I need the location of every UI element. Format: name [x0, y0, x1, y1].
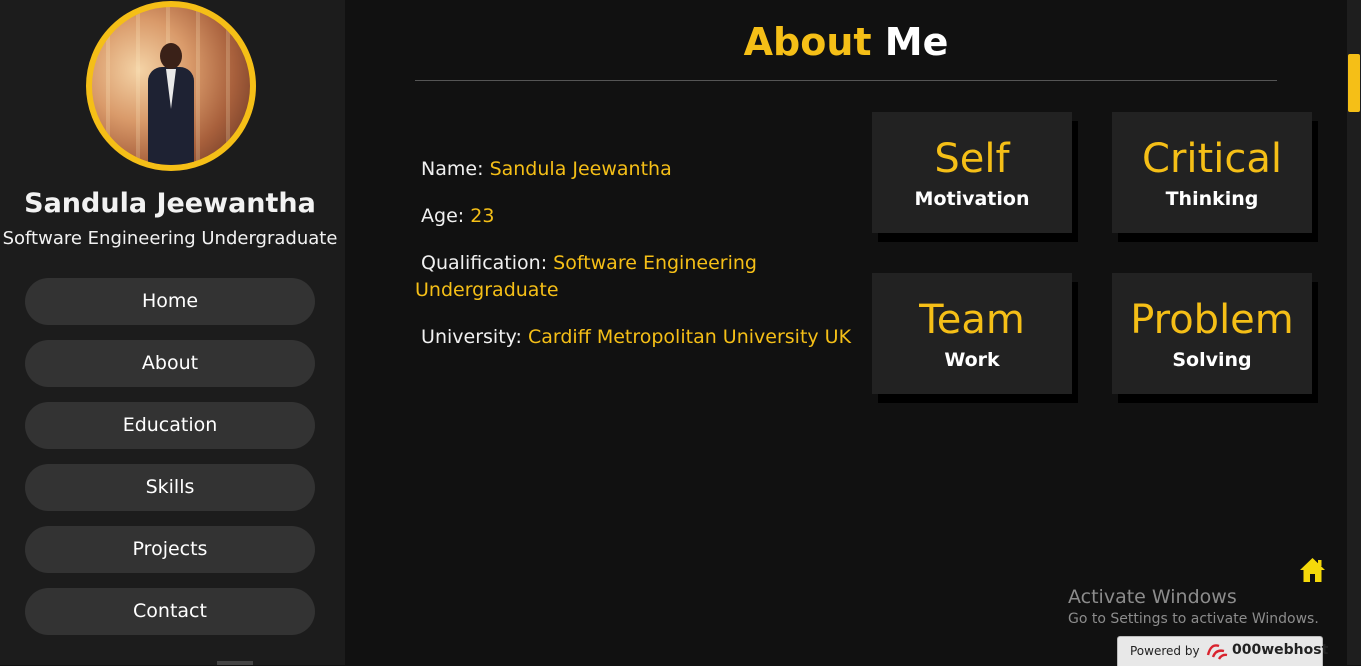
nav-about-button[interactable]: About — [25, 340, 315, 387]
avatar — [86, 1, 256, 171]
activate-windows-title: Activate Windows — [1068, 586, 1237, 608]
trait-card-critical-thinking: Critical Thinking — [1112, 112, 1312, 233]
home-icon[interactable] — [1299, 557, 1326, 583]
info-value: Sandula Jeewantha — [489, 158, 672, 180]
scrollbar-thumb[interactable] — [1348, 54, 1360, 112]
nav-skills-button[interactable]: Skills — [25, 464, 315, 511]
info-label: University: — [421, 326, 522, 348]
trait-card-team-work: Team Work — [872, 273, 1072, 394]
title-part-me: Me — [884, 20, 949, 64]
trait-subtitle: Solving — [1172, 349, 1252, 371]
info-label: Age: — [421, 205, 465, 227]
trait-card-problem-solving: Problem Solving — [1112, 273, 1312, 394]
trait-title: Problem — [1130, 297, 1294, 343]
nav-home-button[interactable]: Home — [25, 278, 315, 325]
page-scrollbar[interactable] — [1347, 0, 1361, 665]
nav-contact-button[interactable]: Contact — [25, 588, 315, 635]
info-value: Cardiff Metropolitan University UK — [527, 326, 852, 348]
trait-subtitle: Thinking — [1165, 188, 1259, 210]
trait-title: Team — [919, 297, 1025, 343]
sidebar-bottom-tab — [217, 661, 253, 665]
webhost-logo-icon — [1205, 641, 1229, 661]
trait-title: Self — [934, 136, 1010, 182]
info-label: Name: — [421, 158, 484, 180]
sidebar: Sandula Jeewantha Software Engineering U… — [0, 0, 345, 665]
trait-card-self-motivation: Self Motivation — [872, 112, 1072, 233]
info-qualification: Qualification: Software Engineering Unde… — [415, 250, 775, 304]
profile-name: Sandula Jeewantha — [24, 188, 316, 219]
profile-role: Software Engineering Undergraduate — [2, 228, 338, 249]
trait-title: Critical — [1142, 136, 1282, 182]
title-divider — [415, 80, 1277, 81]
trait-subtitle: Work — [944, 349, 1000, 371]
powered-by-label: Powered by — [1130, 644, 1200, 658]
info-label: Qualification: — [421, 252, 548, 274]
activate-windows-subtitle: Go to Settings to activate Windows. — [1068, 611, 1319, 627]
nav-education-button[interactable]: Education — [25, 402, 315, 449]
info-value: 23 — [470, 205, 495, 227]
trait-subtitle: Motivation — [914, 188, 1030, 210]
info-name: Name: Sandula Jeewantha — [415, 156, 855, 183]
powered-by-badge[interactable]: Powered by 000webhost — [1117, 636, 1328, 666]
info-university: University: Cardiff Metropolitan Univers… — [415, 324, 855, 351]
title-part-about: About — [743, 20, 872, 64]
info-age: Age: 23 — [415, 203, 855, 230]
powered-by-brand: 000webhost — [1232, 642, 1329, 658]
nav-projects-button[interactable]: Projects — [25, 526, 315, 573]
page-title: About Me — [415, 20, 1277, 64]
